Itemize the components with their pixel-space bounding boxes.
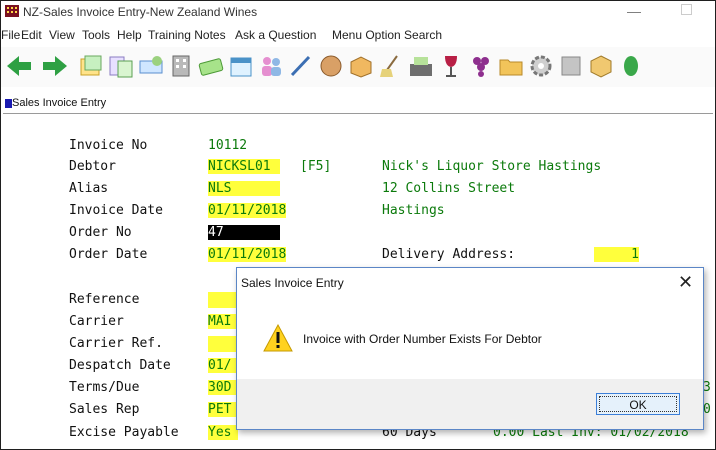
terms-field[interactable]: 30D [208, 380, 238, 395]
debtor-address-line1: 12 Collins Street [382, 181, 516, 196]
debtor-label: Debtor [69, 159, 116, 174]
grapes-icon[interactable] [467, 53, 495, 79]
panel-marker-icon [5, 99, 12, 108]
dialog-title-bar: Sales Invoice Entry ✕ [237, 268, 703, 298]
warning-icon [263, 324, 293, 352]
dialog-close-button[interactable]: ✕ [678, 272, 693, 292]
building-icon[interactable] [167, 53, 195, 79]
order-no-label: Order No [69, 225, 132, 240]
dialog-body: Invoice with Order Number Exists For Deb… [237, 298, 703, 379]
pen-icon[interactable] [287, 53, 315, 79]
divider [3, 113, 713, 114]
settings-gear-icon[interactable] [527, 53, 555, 79]
debtor-field[interactable]: NICKSL01 [208, 159, 280, 174]
delivery-address-field[interactable]: 1 [594, 247, 639, 262]
minimize-button[interactable]: — [627, 3, 641, 19]
reference-label: Reference [69, 292, 140, 307]
menu-view[interactable]: View [49, 28, 75, 42]
delivery-address-label: Delivery Address: [382, 247, 516, 262]
menu-ask-a-question[interactable]: Ask a Question [235, 28, 316, 42]
menu-bar: File Edit View Tools Help Training Notes… [1, 25, 715, 45]
broom-icon[interactable] [377, 53, 405, 79]
menu-training-notes[interactable]: Training Notes [148, 28, 226, 42]
panel-title: Sales Invoice Entry [12, 97, 107, 109]
sales-rep-label: Sales Rep [69, 402, 140, 417]
notes-icon[interactable] [77, 53, 105, 79]
invoice-date-field[interactable]: 01/11/2018 [208, 203, 287, 218]
forward-arrow-icon[interactable] [41, 53, 69, 79]
sign-icon[interactable] [137, 53, 165, 79]
box-icon[interactable] [347, 53, 375, 79]
carrier-ref-field[interactable] [208, 336, 238, 352]
menu-edit[interactable]: Edit [21, 28, 42, 42]
terms-due-label: Terms/Due [69, 380, 140, 395]
carrier-field[interactable]: MAI [208, 314, 238, 329]
ok-button[interactable]: OK [596, 393, 680, 415]
cube-icon[interactable] [587, 53, 615, 79]
title-bar: NZ-Sales Invoice Entry-New Zealand Wines… [1, 1, 715, 23]
reference-field[interactable] [208, 292, 238, 308]
sales-rep-field[interactable]: PET [208, 402, 238, 417]
excise-payable-label: Excise Payable [69, 425, 179, 440]
leaf-icon[interactable] [617, 53, 645, 79]
window-title: NZ-Sales Invoice Entry-New Zealand Wines [23, 5, 258, 19]
invoice-no-label: Invoice No [69, 138, 148, 153]
carrier-ref-label: Carrier Ref. [69, 336, 163, 351]
dialog-message: Invoice with Order Number Exists For Deb… [303, 332, 542, 346]
order-date-label: Order Date [69, 247, 148, 262]
calendar-icon[interactable] [227, 53, 255, 79]
people-icon[interactable] [257, 53, 285, 79]
excise-payable-field[interactable]: Yes [208, 425, 238, 440]
despatch-date-field[interactable]: 01/ [208, 358, 238, 373]
debtor-address-line2: Hastings [382, 203, 445, 218]
money-icon[interactable] [197, 53, 225, 79]
debtor-name: Nick's Liquor Store Hastings [382, 159, 602, 174]
dialog-title: Sales Invoice Entry [241, 276, 344, 290]
maximize-button[interactable] [681, 4, 692, 15]
folder-icon[interactable] [497, 53, 525, 79]
order-date-field[interactable]: 01/11/2018 [208, 247, 287, 262]
alias-label: Alias [69, 181, 109, 196]
cash-register-icon[interactable] [407, 53, 435, 79]
application-window: NZ-Sales Invoice Entry-New Zealand Wines… [0, 0, 716, 450]
barrel-icon[interactable] [317, 53, 345, 79]
menu-option-search[interactable]: Menu Option Search [332, 28, 442, 42]
terms-right-value: 3 [703, 380, 711, 395]
carrier-label: Carrier [69, 314, 124, 329]
back-arrow-icon[interactable] [5, 53, 33, 79]
invoice-date-label: Invoice Date [69, 203, 163, 218]
menu-file[interactable]: File [1, 28, 20, 42]
panel-title-bar: Sales Invoice Entry [3, 96, 715, 111]
app-icon [5, 5, 19, 17]
alias-field[interactable]: NLS [208, 181, 280, 196]
order-no-field[interactable]: 47 [208, 225, 280, 240]
sales-rep-right-value: 0 [703, 402, 711, 417]
panel-icon[interactable] [557, 53, 585, 79]
despatch-date-label: Despatch Date [69, 358, 171, 373]
toolbar [1, 47, 715, 87]
message-dialog: Sales Invoice Entry ✕ Invoice with Order… [236, 267, 704, 430]
debtor-lookup-hint[interactable]: [F5] [300, 159, 331, 174]
wine-glass-icon[interactable] [437, 53, 465, 79]
menu-help[interactable]: Help [117, 28, 142, 42]
invoice-no-value: 10112 [208, 138, 248, 153]
copy-icon[interactable] [107, 53, 135, 79]
menu-tools[interactable]: Tools [82, 28, 110, 42]
